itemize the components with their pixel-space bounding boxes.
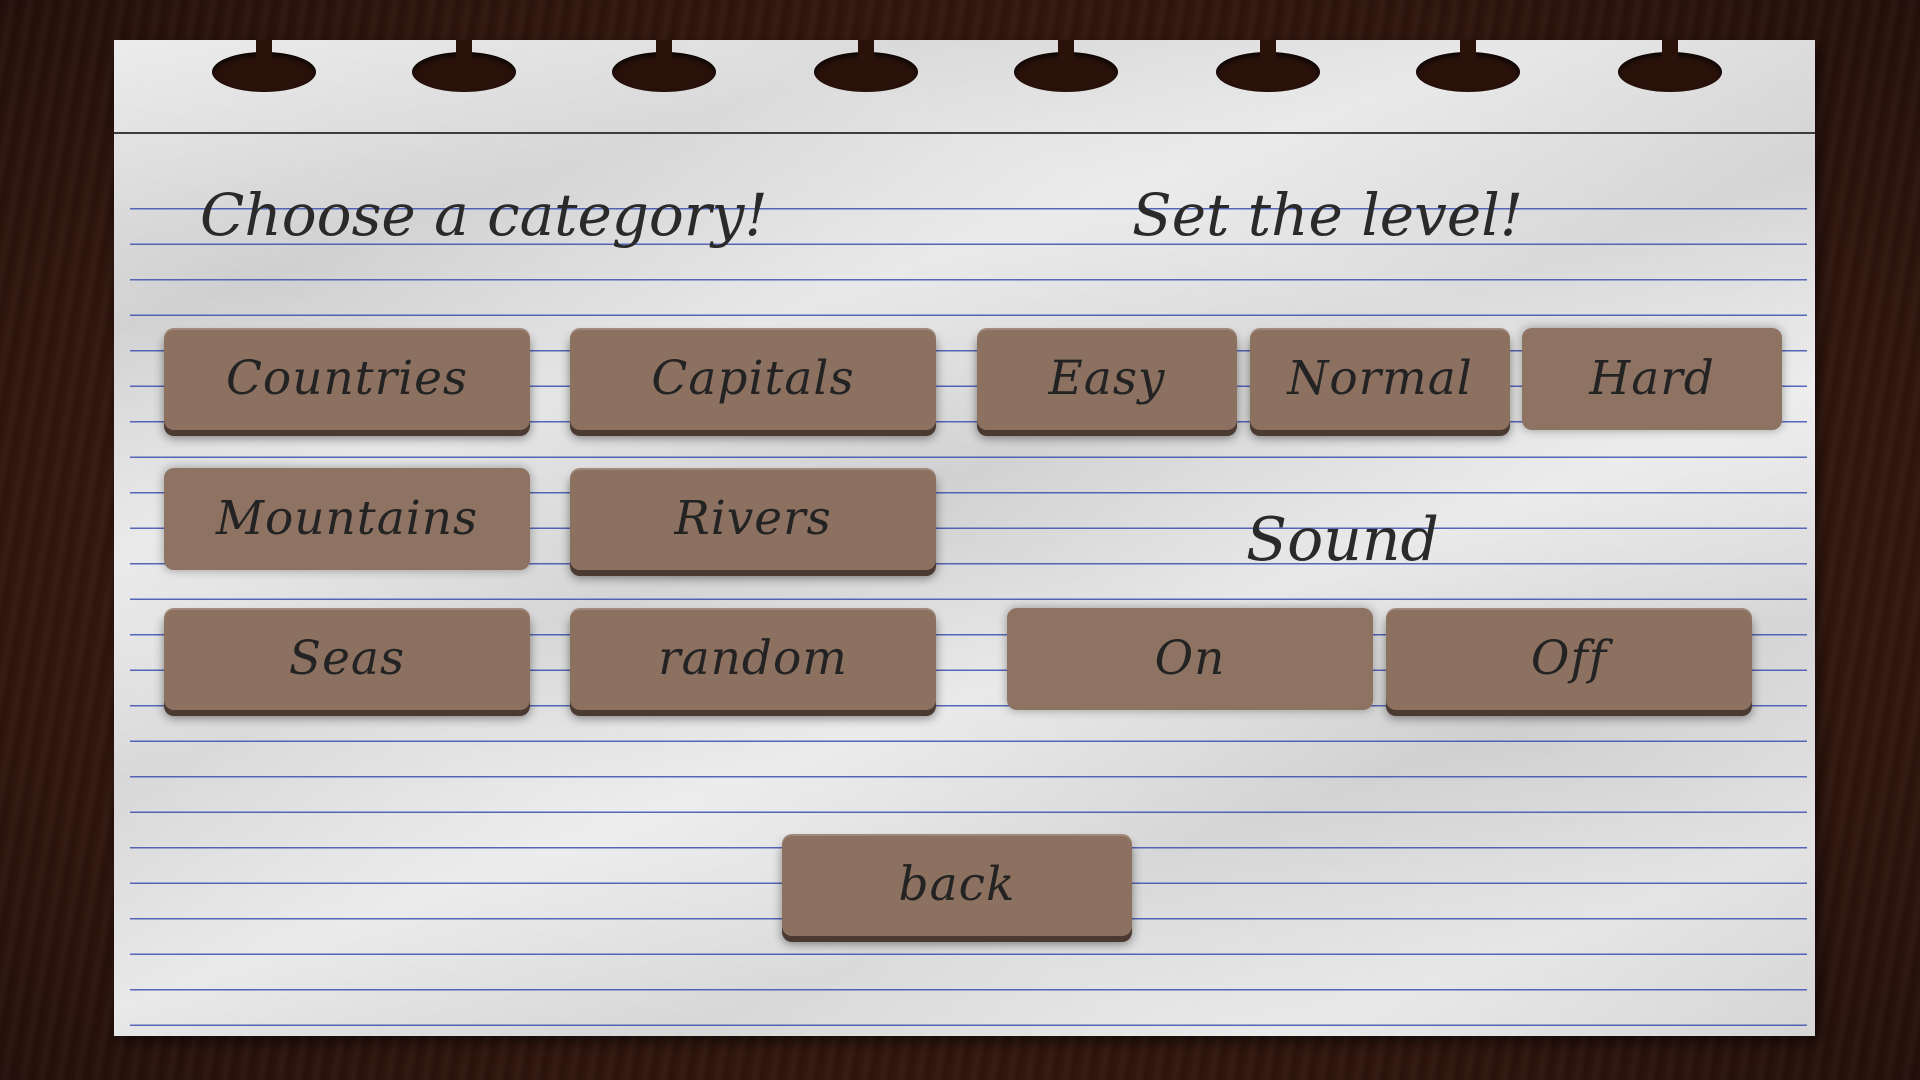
category-heading: Choose a category! bbox=[200, 181, 768, 249]
category-button-rivers[interactable]: Rivers bbox=[570, 468, 936, 570]
binding-hole-icon bbox=[1416, 40, 1520, 92]
category-button-random[interactable]: random bbox=[570, 608, 936, 710]
sound-heading: Sound bbox=[1246, 505, 1439, 575]
category-button-capitals[interactable]: Capitals bbox=[570, 328, 936, 430]
binding-hole-icon bbox=[1216, 40, 1320, 92]
back-button[interactable]: back bbox=[782, 834, 1132, 936]
binding-hole-icon bbox=[412, 40, 516, 92]
paper-binding-strip bbox=[114, 40, 1815, 134]
level-button-easy[interactable]: Easy bbox=[977, 328, 1237, 430]
category-button-seas[interactable]: Seas bbox=[164, 608, 530, 710]
binding-hole-icon bbox=[212, 40, 316, 92]
level-heading: Set the level! bbox=[1132, 181, 1524, 249]
binding-hole-icon bbox=[1014, 40, 1118, 92]
binding-hole-icon bbox=[814, 40, 918, 92]
level-button-hard[interactable]: Hard bbox=[1522, 328, 1782, 430]
category-button-mountains[interactable]: Mountains bbox=[164, 468, 530, 570]
sound-off-button[interactable]: Off bbox=[1386, 608, 1752, 710]
category-button-countries[interactable]: Countries bbox=[164, 328, 530, 430]
binding-hole-icon bbox=[1618, 40, 1722, 92]
level-button-normal[interactable]: Normal bbox=[1250, 328, 1510, 430]
binding-hole-icon bbox=[612, 40, 716, 92]
sound-on-button[interactable]: On bbox=[1007, 608, 1373, 710]
